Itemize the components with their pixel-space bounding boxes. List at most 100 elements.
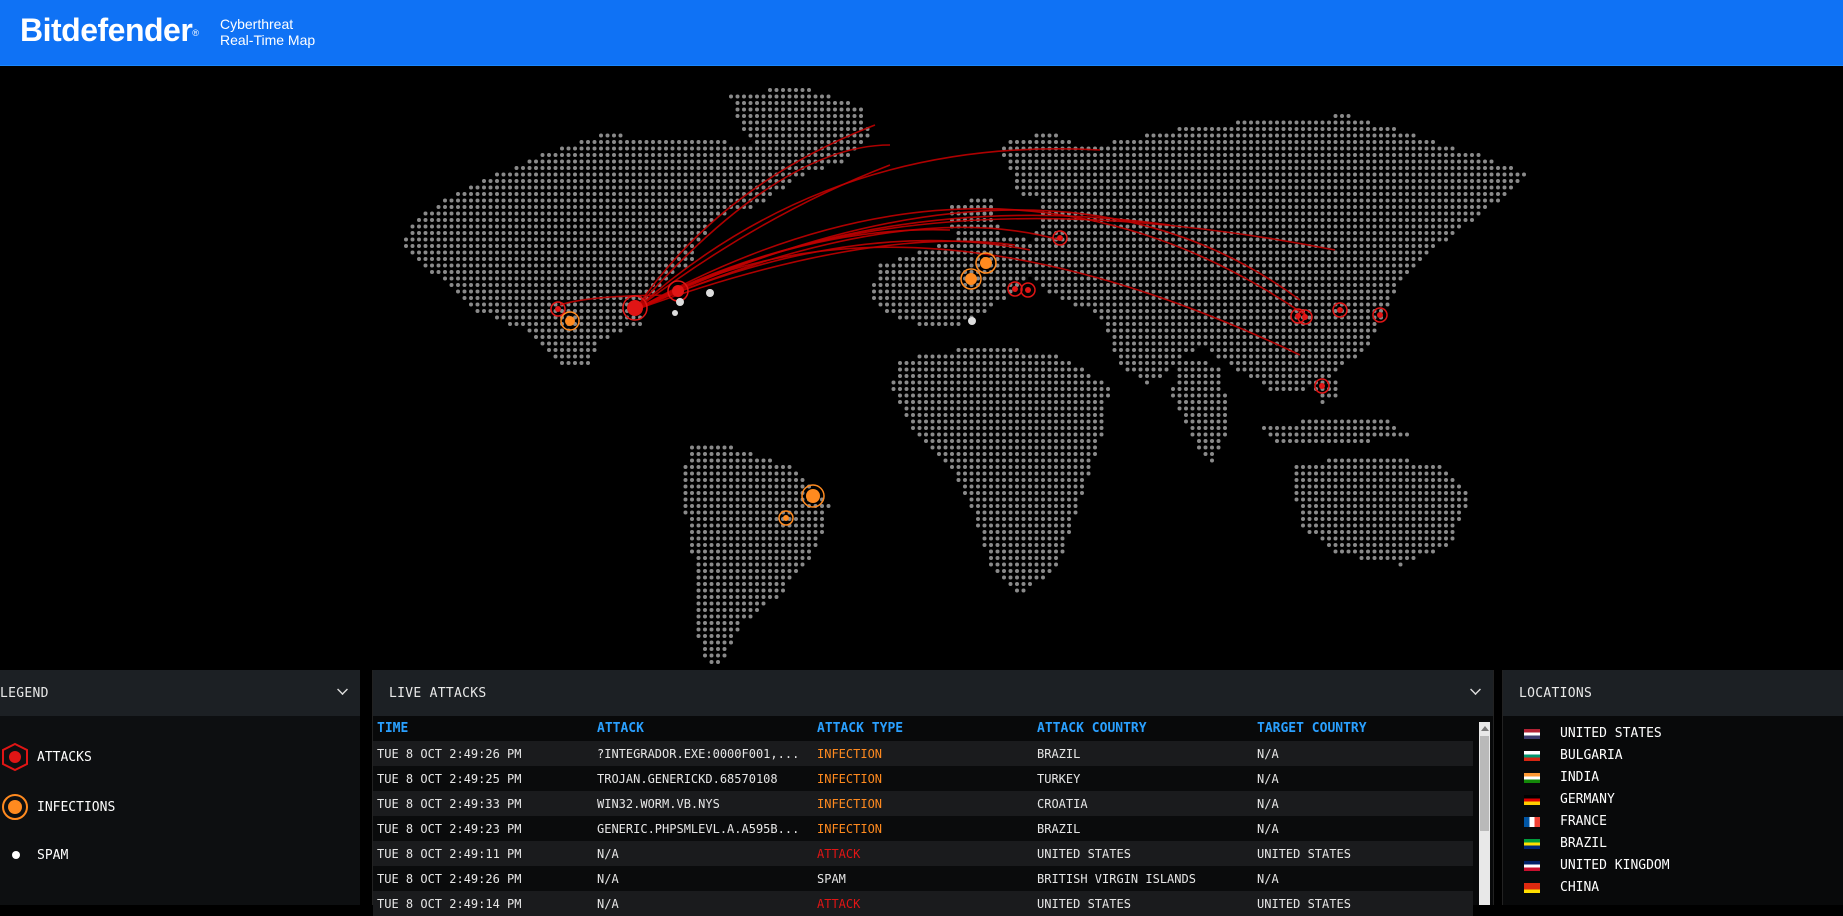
map-dot — [1060, 140, 1065, 144]
map-dot — [969, 257, 974, 261]
map-dot — [664, 244, 668, 248]
map-dot — [1405, 146, 1409, 151]
map-dot — [1268, 140, 1273, 144]
map-dot — [1203, 211, 1208, 216]
map-dot — [540, 244, 545, 248]
map-dot — [1054, 374, 1058, 378]
map-dot — [1379, 179, 1383, 183]
map-dot — [1340, 283, 1344, 287]
map-dot — [1138, 341, 1143, 346]
map-dot — [462, 231, 467, 235]
map-dot — [1177, 153, 1182, 157]
map-dot — [1385, 478, 1390, 482]
map-dot — [1086, 406, 1091, 411]
map-dot — [586, 179, 590, 183]
map-dot — [566, 276, 571, 281]
map-dot — [1294, 179, 1299, 183]
map-dot — [521, 250, 525, 255]
map-dot — [1132, 185, 1136, 190]
map-dot — [1437, 153, 1442, 157]
map-dot — [1008, 166, 1013, 170]
map-dot — [1307, 439, 1312, 443]
map-dot — [1164, 348, 1169, 352]
map-dot — [1112, 198, 1117, 203]
map-dot — [1086, 192, 1091, 196]
map-dot — [599, 218, 603, 222]
map-dot — [1314, 159, 1318, 164]
map-dot — [683, 166, 688, 170]
map-dot — [1210, 205, 1214, 209]
map-dot — [1125, 140, 1130, 144]
map-dot — [1333, 361, 1338, 365]
map-dot — [592, 270, 597, 274]
map-dot — [1034, 270, 1039, 274]
map-dot — [722, 159, 727, 164]
map-dot — [911, 419, 915, 424]
map-dot — [1366, 140, 1370, 144]
map-dot — [1314, 250, 1318, 255]
map-dot — [1379, 250, 1383, 255]
bitdefender-logo[interactable]: Bitdefender® — [20, 12, 199, 49]
map-dot — [586, 159, 590, 164]
map-dot — [573, 172, 577, 177]
map-dot — [1268, 133, 1273, 138]
map-dot — [1366, 491, 1370, 495]
map-dot — [852, 107, 857, 112]
map-dot — [1353, 478, 1357, 482]
map-dot — [735, 465, 740, 469]
map-dot — [1327, 354, 1331, 359]
map-dot — [1398, 458, 1403, 463]
map-dot — [1073, 465, 1078, 469]
map-dot — [670, 140, 675, 144]
map-dot — [534, 166, 538, 170]
map-dot — [495, 172, 499, 177]
map-dot — [436, 270, 441, 274]
map-dot — [956, 276, 961, 281]
map-dot — [1223, 237, 1227, 242]
map-dot — [911, 257, 915, 261]
map-dot — [475, 276, 480, 281]
map-dot — [1398, 192, 1403, 196]
map-dot — [644, 198, 649, 203]
map-dot — [1346, 231, 1351, 235]
map-dot — [1470, 211, 1474, 216]
map-dot — [586, 263, 590, 268]
map-dot — [1093, 166, 1097, 170]
map-dot — [969, 406, 974, 411]
map-dot — [657, 159, 662, 164]
map-dot — [1314, 361, 1318, 365]
map-dot — [1307, 302, 1312, 307]
map-dot — [1073, 439, 1078, 443]
map-dot — [1255, 354, 1260, 359]
map-dot — [1054, 471, 1058, 476]
map-dot — [982, 497, 987, 502]
map-dot — [950, 465, 954, 469]
map-dot — [1145, 309, 1149, 313]
map-dot — [1320, 335, 1325, 339]
map-dot — [826, 101, 831, 105]
map-dot — [709, 465, 714, 469]
map-dot — [748, 491, 753, 495]
world-threat-map[interactable] — [0, 65, 1843, 670]
map-dot — [1275, 380, 1279, 385]
map-dot — [982, 309, 987, 313]
map-dot — [1132, 276, 1136, 281]
map-dot — [1392, 133, 1396, 138]
map-dot — [514, 250, 519, 255]
map-dot — [1314, 491, 1318, 495]
map-dot — [930, 406, 935, 411]
map-dot — [599, 328, 603, 333]
map-dot — [995, 465, 1000, 469]
map-dot — [482, 231, 486, 235]
map-dot — [612, 244, 616, 248]
map-dot — [1327, 465, 1331, 469]
map-dot — [1060, 296, 1065, 300]
map-dot — [1021, 276, 1026, 281]
map-dot — [1379, 205, 1383, 209]
map-dot — [560, 341, 564, 346]
map-dot — [592, 146, 597, 151]
map-dot — [1028, 452, 1032, 456]
map-dot — [469, 218, 473, 222]
map-dot — [1262, 380, 1266, 385]
map-dot — [1340, 328, 1344, 333]
